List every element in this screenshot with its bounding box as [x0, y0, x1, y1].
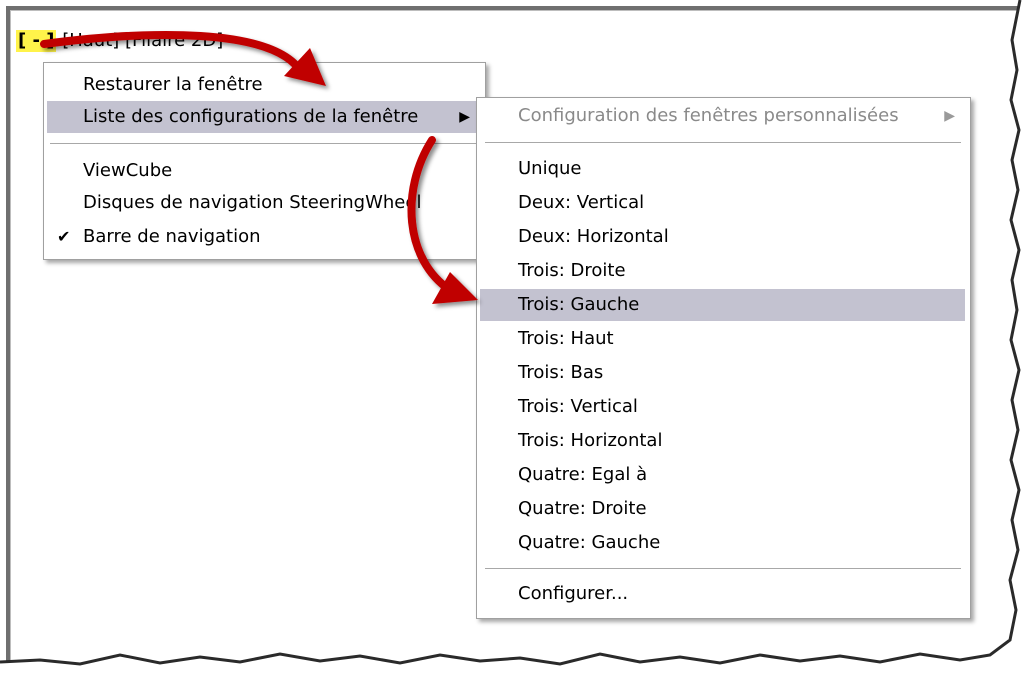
submenu-item-quatre-droite[interactable]: Quatre: Droite — [480, 493, 965, 525]
menu-separator — [50, 143, 477, 144]
submenu-item-configuration-personnalisees: Configuration des fenêtres personnalisée… — [480, 100, 965, 132]
viewport-context-menu: Restaurer la fenêtre Liste des configura… — [43, 62, 486, 260]
menu-separator — [485, 568, 961, 569]
submenu-item-configurer[interactable]: Configurer... — [480, 578, 965, 610]
submenu-item-trois-bas[interactable]: Trois: Bas — [480, 357, 965, 389]
viewport-configuration-submenu: Configuration des fenêtres personnalisée… — [476, 97, 971, 619]
check-icon: ✔ — [57, 227, 71, 246]
menu-item-liste-configurations[interactable]: Liste des configurations de la fenêtre ▶ — [47, 101, 480, 133]
submenu-item-trois-droite[interactable]: Trois: Droite — [480, 255, 965, 287]
submenu-item-trois-gauche[interactable]: Trois: Gauche — [480, 289, 965, 321]
viewport-label: [ - ] [Haut] [Filaire 2D] — [16, 30, 223, 54]
menu-item-steeringwheel[interactable]: Disques de navigation SteeringWheel — [47, 187, 480, 219]
submenu-item-trois-haut[interactable]: Trois: Haut — [480, 323, 965, 355]
submenu-item-unique[interactable]: Unique — [480, 153, 965, 185]
submenu-item-quatre-gauche[interactable]: Quatre: Gauche — [480, 527, 965, 559]
submenu-item-trois-horizontal[interactable]: Trois: Horizontal — [480, 425, 965, 457]
viewport-controls-menu[interactable]: [ - ] — [16, 30, 57, 52]
submenu-arrow-icon: ▶ — [944, 108, 955, 124]
submenu-item-quatre-egal[interactable]: Quatre: Egal à — [480, 459, 965, 491]
menu-item-viewcube[interactable]: ViewCube — [47, 155, 480, 187]
submenu-item-deux-horizontal[interactable]: Deux: Horizontal — [480, 221, 965, 253]
visual-style-label[interactable]: [Filaire 2D] — [125, 30, 223, 51]
screenshot-canvas: [ - ] [Haut] [Filaire 2D] Restaurer la f… — [0, 0, 1031, 682]
submenu-item-trois-vertical[interactable]: Trois: Vertical — [480, 391, 965, 423]
menu-separator — [485, 142, 961, 143]
menu-item-barre-navigation[interactable]: ✔ Barre de navigation — [47, 221, 480, 253]
menu-item-restaurer-fenetre[interactable]: Restaurer la fenêtre — [47, 69, 480, 101]
submenu-arrow-icon: ▶ — [459, 109, 470, 125]
submenu-item-deux-vertical[interactable]: Deux: Vertical — [480, 187, 965, 219]
view-label[interactable]: [Haut] — [62, 30, 119, 51]
